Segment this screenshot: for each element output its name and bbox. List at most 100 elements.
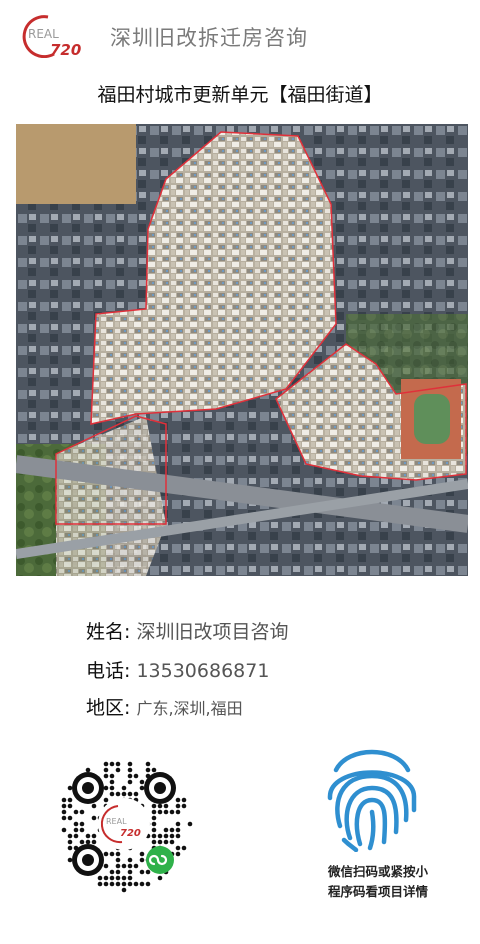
- contact-phone-row[interactable]: 电话: 13530686871: [86, 656, 269, 683]
- qr-dot: [67, 839, 73, 845]
- qr-dot: [115, 851, 121, 857]
- qr-dot: [175, 845, 181, 851]
- phone-value[interactable]: 13530686871: [136, 660, 269, 682]
- qr-dot: [157, 839, 163, 845]
- qr-dot: [163, 803, 169, 809]
- qr-dot: [169, 827, 175, 833]
- qr-dot: [139, 785, 145, 791]
- svg-text:720: 720: [50, 41, 81, 58]
- scan-instruction: 微信扫码或紧按小 程序码看项目详情: [308, 862, 448, 902]
- qr-dot: [103, 863, 109, 869]
- qr-dot: [169, 809, 175, 815]
- qr-dot: [67, 845, 73, 851]
- qr-dot: [85, 833, 91, 839]
- fingerprint-icon[interactable]: [322, 740, 422, 852]
- area-label: 地区:: [86, 697, 131, 719]
- qr-dot: [115, 761, 121, 767]
- scan-instruction-line2: 程序码看项目详情: [327, 884, 428, 899]
- qr-dot: [151, 803, 157, 809]
- qr-dot: [175, 797, 181, 803]
- qr-dot: [139, 851, 145, 857]
- qr-dot: [91, 833, 97, 839]
- qr-dot: [157, 833, 163, 839]
- qr-dot: [151, 839, 157, 845]
- qr-dot: [127, 761, 133, 767]
- qr-dot: [121, 791, 127, 797]
- qr-finder-top-left: [72, 772, 104, 804]
- qr-dot: [109, 881, 115, 887]
- qr-dot: [97, 881, 103, 887]
- qr-dot: [133, 791, 139, 797]
- qr-dot: [175, 851, 181, 857]
- svg-text:REAL: REAL: [28, 27, 59, 41]
- qr-dot: [151, 827, 157, 833]
- qr-dot: [115, 767, 121, 773]
- qr-dot: [109, 773, 115, 779]
- qr-dot: [109, 791, 115, 797]
- qr-dot: [121, 881, 127, 887]
- qr-dot: [61, 815, 67, 821]
- qr-dot: [115, 857, 121, 863]
- qr-dot: [181, 845, 187, 851]
- qr-dot: [109, 779, 115, 785]
- qr-dot: [127, 791, 133, 797]
- qr-dot: [151, 821, 157, 827]
- qr-dot: [61, 827, 67, 833]
- qr-dot: [163, 809, 169, 815]
- qr-dot: [79, 827, 85, 833]
- aerial-map-photo: [16, 124, 468, 576]
- qr-dot: [61, 797, 67, 803]
- qr-dot: [91, 803, 97, 809]
- qr-dot: [127, 869, 133, 875]
- qr-finder-bottom-left: [72, 844, 104, 876]
- qr-dot: [103, 851, 109, 857]
- contact-area-row: 地区: 广东,深圳,福田: [86, 693, 243, 720]
- qr-dot: [127, 863, 133, 869]
- qr-dot: [121, 875, 127, 881]
- qr-dot: [61, 809, 67, 815]
- mini-program-qr-code[interactable]: REAL 720: [48, 748, 200, 900]
- qr-dot: [181, 797, 187, 803]
- qr-dot: [103, 797, 109, 803]
- qr-dot: [127, 779, 133, 785]
- qr-dot: [181, 803, 187, 809]
- qr-dot: [151, 809, 157, 815]
- qr-dot: [175, 833, 181, 839]
- qr-dot: [103, 773, 109, 779]
- qr-dot: [145, 869, 151, 875]
- qr-dot: [67, 797, 73, 803]
- name-label: 姓名:: [86, 621, 131, 643]
- qr-dot: [73, 827, 79, 833]
- qr-dot: [91, 815, 97, 821]
- qr-dot: [97, 875, 103, 881]
- qr-dot: [115, 791, 121, 797]
- qr-dot: [175, 821, 181, 827]
- svg-text:REAL: REAL: [106, 817, 127, 826]
- qr-dot: [133, 773, 139, 779]
- qr-dot: [151, 815, 157, 821]
- header: REAL 720 深圳旧改拆迁房咨询: [0, 0, 480, 74]
- qr-dot: [91, 839, 97, 845]
- qr-dot: [109, 851, 115, 857]
- qr-dot: [139, 857, 145, 863]
- qr-dot: [109, 761, 115, 767]
- qr-dot: [121, 785, 127, 791]
- qr-dot: [157, 809, 163, 815]
- qr-dot: [79, 821, 85, 827]
- qr-dot: [169, 839, 175, 845]
- qr-dot: [121, 863, 127, 869]
- qr-dot: [67, 803, 73, 809]
- qr-dot: [109, 875, 115, 881]
- qr-dot: [67, 833, 73, 839]
- qr-dot: [133, 863, 139, 869]
- qr-dot: [61, 803, 67, 809]
- qr-dot: [163, 833, 169, 839]
- qr-dot: [79, 839, 85, 845]
- qr-dot: [73, 809, 79, 815]
- qr-dot: [109, 869, 115, 875]
- qr-dot: [103, 767, 109, 773]
- qr-dot: [103, 761, 109, 767]
- qr-dot: [103, 881, 109, 887]
- qr-dot: [139, 869, 145, 875]
- brand-name: 深圳旧改拆迁房咨询: [110, 26, 308, 50]
